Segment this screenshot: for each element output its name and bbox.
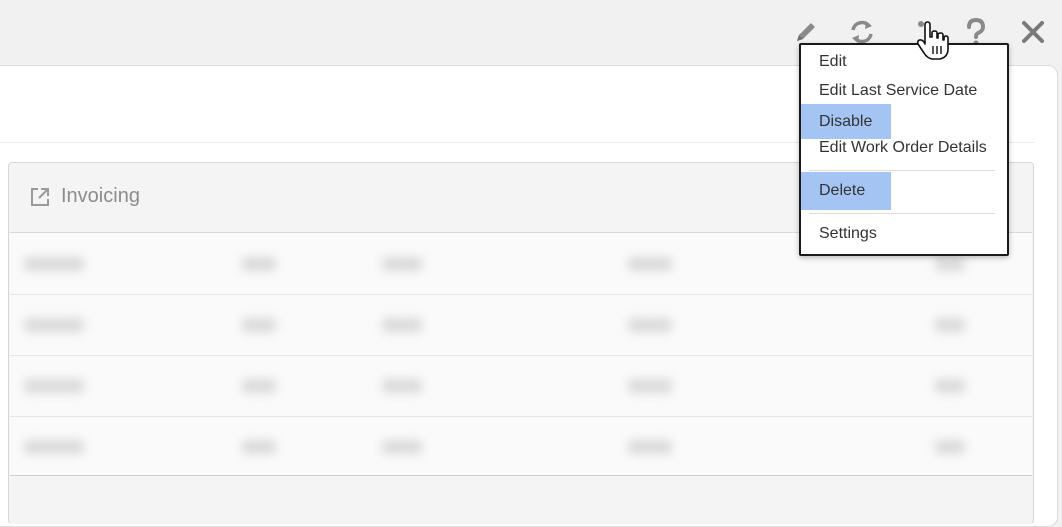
menu-separator <box>809 213 995 214</box>
external-link-icon[interactable] <box>30 187 50 212</box>
hand-cursor-icon <box>915 21 949 66</box>
menu-item-delete[interactable]: Delete <box>801 172 891 210</box>
card-title: Invoicing <box>61 185 140 207</box>
menu-item-settings[interactable]: Settings <box>801 219 877 249</box>
table-row <box>10 416 1032 477</box>
actions-dropdown-menu: Edit Edit Last Service Date Disable Edit… <box>799 43 1009 256</box>
menu-item-edit-work-order-details[interactable]: Edit Work Order Details <box>801 133 987 163</box>
blurred-table <box>10 232 1032 476</box>
menu-item-edit-last-service-date[interactable]: Edit Last Service Date <box>801 76 977 106</box>
table-row <box>10 294 1032 356</box>
menu-item-edit[interactable]: Edit <box>801 47 847 77</box>
table-row <box>10 355 1032 417</box>
menu-separator <box>809 170 995 171</box>
card-footer <box>10 475 1032 524</box>
close-icon[interactable] <box>1017 16 1049 48</box>
